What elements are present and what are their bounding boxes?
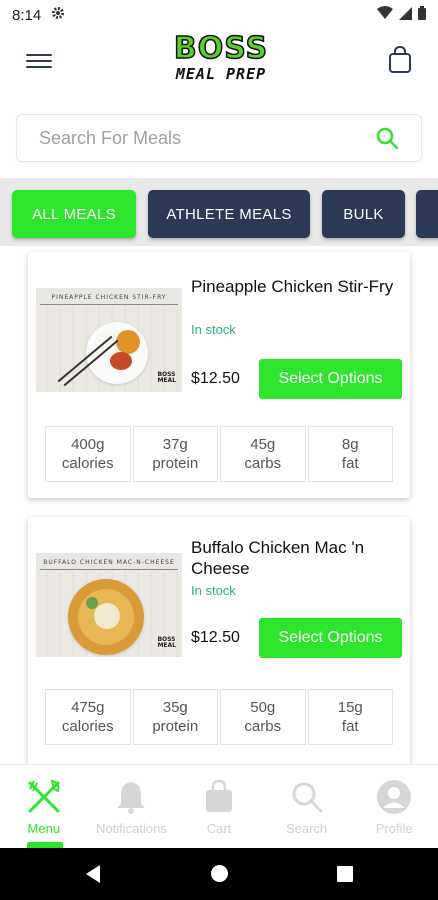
shopping-bag-icon bbox=[201, 779, 237, 815]
bottom-navigation: Menu Notifications Cart Search Profile bbox=[0, 764, 438, 848]
meal-image: BUFFALO CHICKEN MAC-N-CHEESE BOSS MEAL bbox=[36, 553, 182, 657]
search-icon bbox=[289, 779, 325, 815]
search-input[interactable] bbox=[39, 127, 375, 149]
category-bulk-button[interactable]: BULK bbox=[322, 190, 405, 238]
search-icon[interactable] bbox=[375, 126, 399, 150]
meal-list: PINEAPPLE CHICKEN STIR-FRY BOSS MEAL Pine… bbox=[0, 246, 438, 764]
profile-icon bbox=[376, 779, 412, 815]
settings-gear-icon bbox=[51, 6, 65, 24]
select-options-button[interactable]: Select Options bbox=[259, 618, 402, 658]
meal-title[interactable]: Pineapple Chicken Stir-Fry bbox=[191, 276, 405, 297]
system-navigation-bar bbox=[0, 848, 438, 900]
nutrition-fat: 8g fat bbox=[307, 426, 393, 482]
stock-status: In stock bbox=[191, 322, 236, 337]
wifi-icon bbox=[377, 6, 393, 24]
category-next-button-partial[interactable] bbox=[416, 190, 438, 238]
nutrition-table: 400g calories 37g protein 45g carbs 8g fat bbox=[45, 426, 393, 482]
nav-profile-label: Profile bbox=[375, 821, 413, 836]
category-all-meals-button[interactable]: ALL MEALS bbox=[12, 190, 136, 238]
status-bar: 8:14 bbox=[0, 0, 438, 30]
fork-knife-icon bbox=[26, 779, 62, 815]
logo-meal-prep-text: MEAL PREP bbox=[175, 65, 267, 83]
meal-card[interactable]: PINEAPPLE CHICKEN STIR-FRY BOSS MEAL Pine… bbox=[28, 252, 410, 498]
home-icon[interactable] bbox=[211, 865, 228, 882]
nutrition-carbs: 45g carbs bbox=[220, 426, 306, 482]
back-icon[interactable] bbox=[86, 865, 100, 883]
status-time: 8:14 bbox=[12, 6, 42, 24]
logo-boss-text: BOSS bbox=[173, 31, 269, 67]
cell-signal-icon bbox=[399, 6, 412, 24]
meal-card[interactable]: BUFFALO CHICKEN MAC-N-CHEESE BOSS MEAL Bu… bbox=[28, 517, 410, 764]
search-bar bbox=[16, 114, 422, 162]
nutrition-protein: 37g protein bbox=[132, 426, 218, 482]
nav-cart-label: Cart bbox=[206, 821, 232, 836]
category-athlete-meals-button[interactable]: ATHLETE MEALS bbox=[148, 190, 310, 238]
nutrition-fat: 15g fat bbox=[307, 689, 393, 745]
meal-image: PINEAPPLE CHICKEN STIR-FRY BOSS MEAL bbox=[36, 288, 182, 392]
boss-meal-prep-logo: BOSS MEAL PREP bbox=[166, 31, 276, 90]
nav-search-label: Search bbox=[285, 821, 328, 836]
hamburger-menu-icon[interactable] bbox=[26, 50, 52, 72]
stock-status: In stock bbox=[191, 583, 236, 598]
nutrition-calories: 400g calories bbox=[45, 426, 131, 482]
bell-icon bbox=[113, 779, 149, 815]
nav-menu[interactable]: Menu bbox=[0, 765, 88, 848]
category-filter-bar: ALL MEALS ATHLETE MEALS BULK bbox=[0, 178, 438, 246]
nutrition-table: 475g calories 35g protein 50g carbs 15g fat bbox=[45, 689, 393, 745]
nutrition-protein: 35g protein bbox=[132, 689, 218, 745]
recent-apps-icon[interactable] bbox=[337, 866, 353, 882]
nutrition-calories: 475g calories bbox=[45, 689, 131, 745]
nav-cart[interactable]: Cart bbox=[175, 765, 263, 848]
app-header: BOSS MEAL PREP bbox=[0, 30, 438, 100]
nav-profile[interactable]: Profile bbox=[350, 765, 438, 848]
meal-image-label: BUFFALO CHICKEN MAC-N-CHEESE bbox=[43, 559, 175, 566]
nav-search[interactable]: Search bbox=[263, 765, 351, 848]
meal-price: $12.50 bbox=[191, 370, 240, 387]
shopping-bag-icon[interactable] bbox=[388, 45, 412, 74]
meal-title[interactable]: Buffalo Chicken Mac 'n Cheese bbox=[191, 537, 405, 579]
meal-image-label: PINEAPPLE CHICKEN STIR-FRY bbox=[51, 294, 167, 301]
battery-icon bbox=[418, 6, 426, 24]
nav-notifications-label: Notifications bbox=[95, 821, 167, 836]
nav-menu-label: Menu bbox=[27, 821, 61, 836]
select-options-button[interactable]: Select Options bbox=[259, 359, 402, 399]
nav-notifications[interactable]: Notifications bbox=[88, 765, 176, 848]
nutrition-carbs: 50g carbs bbox=[220, 689, 306, 745]
meal-price: $12.50 bbox=[191, 629, 240, 646]
